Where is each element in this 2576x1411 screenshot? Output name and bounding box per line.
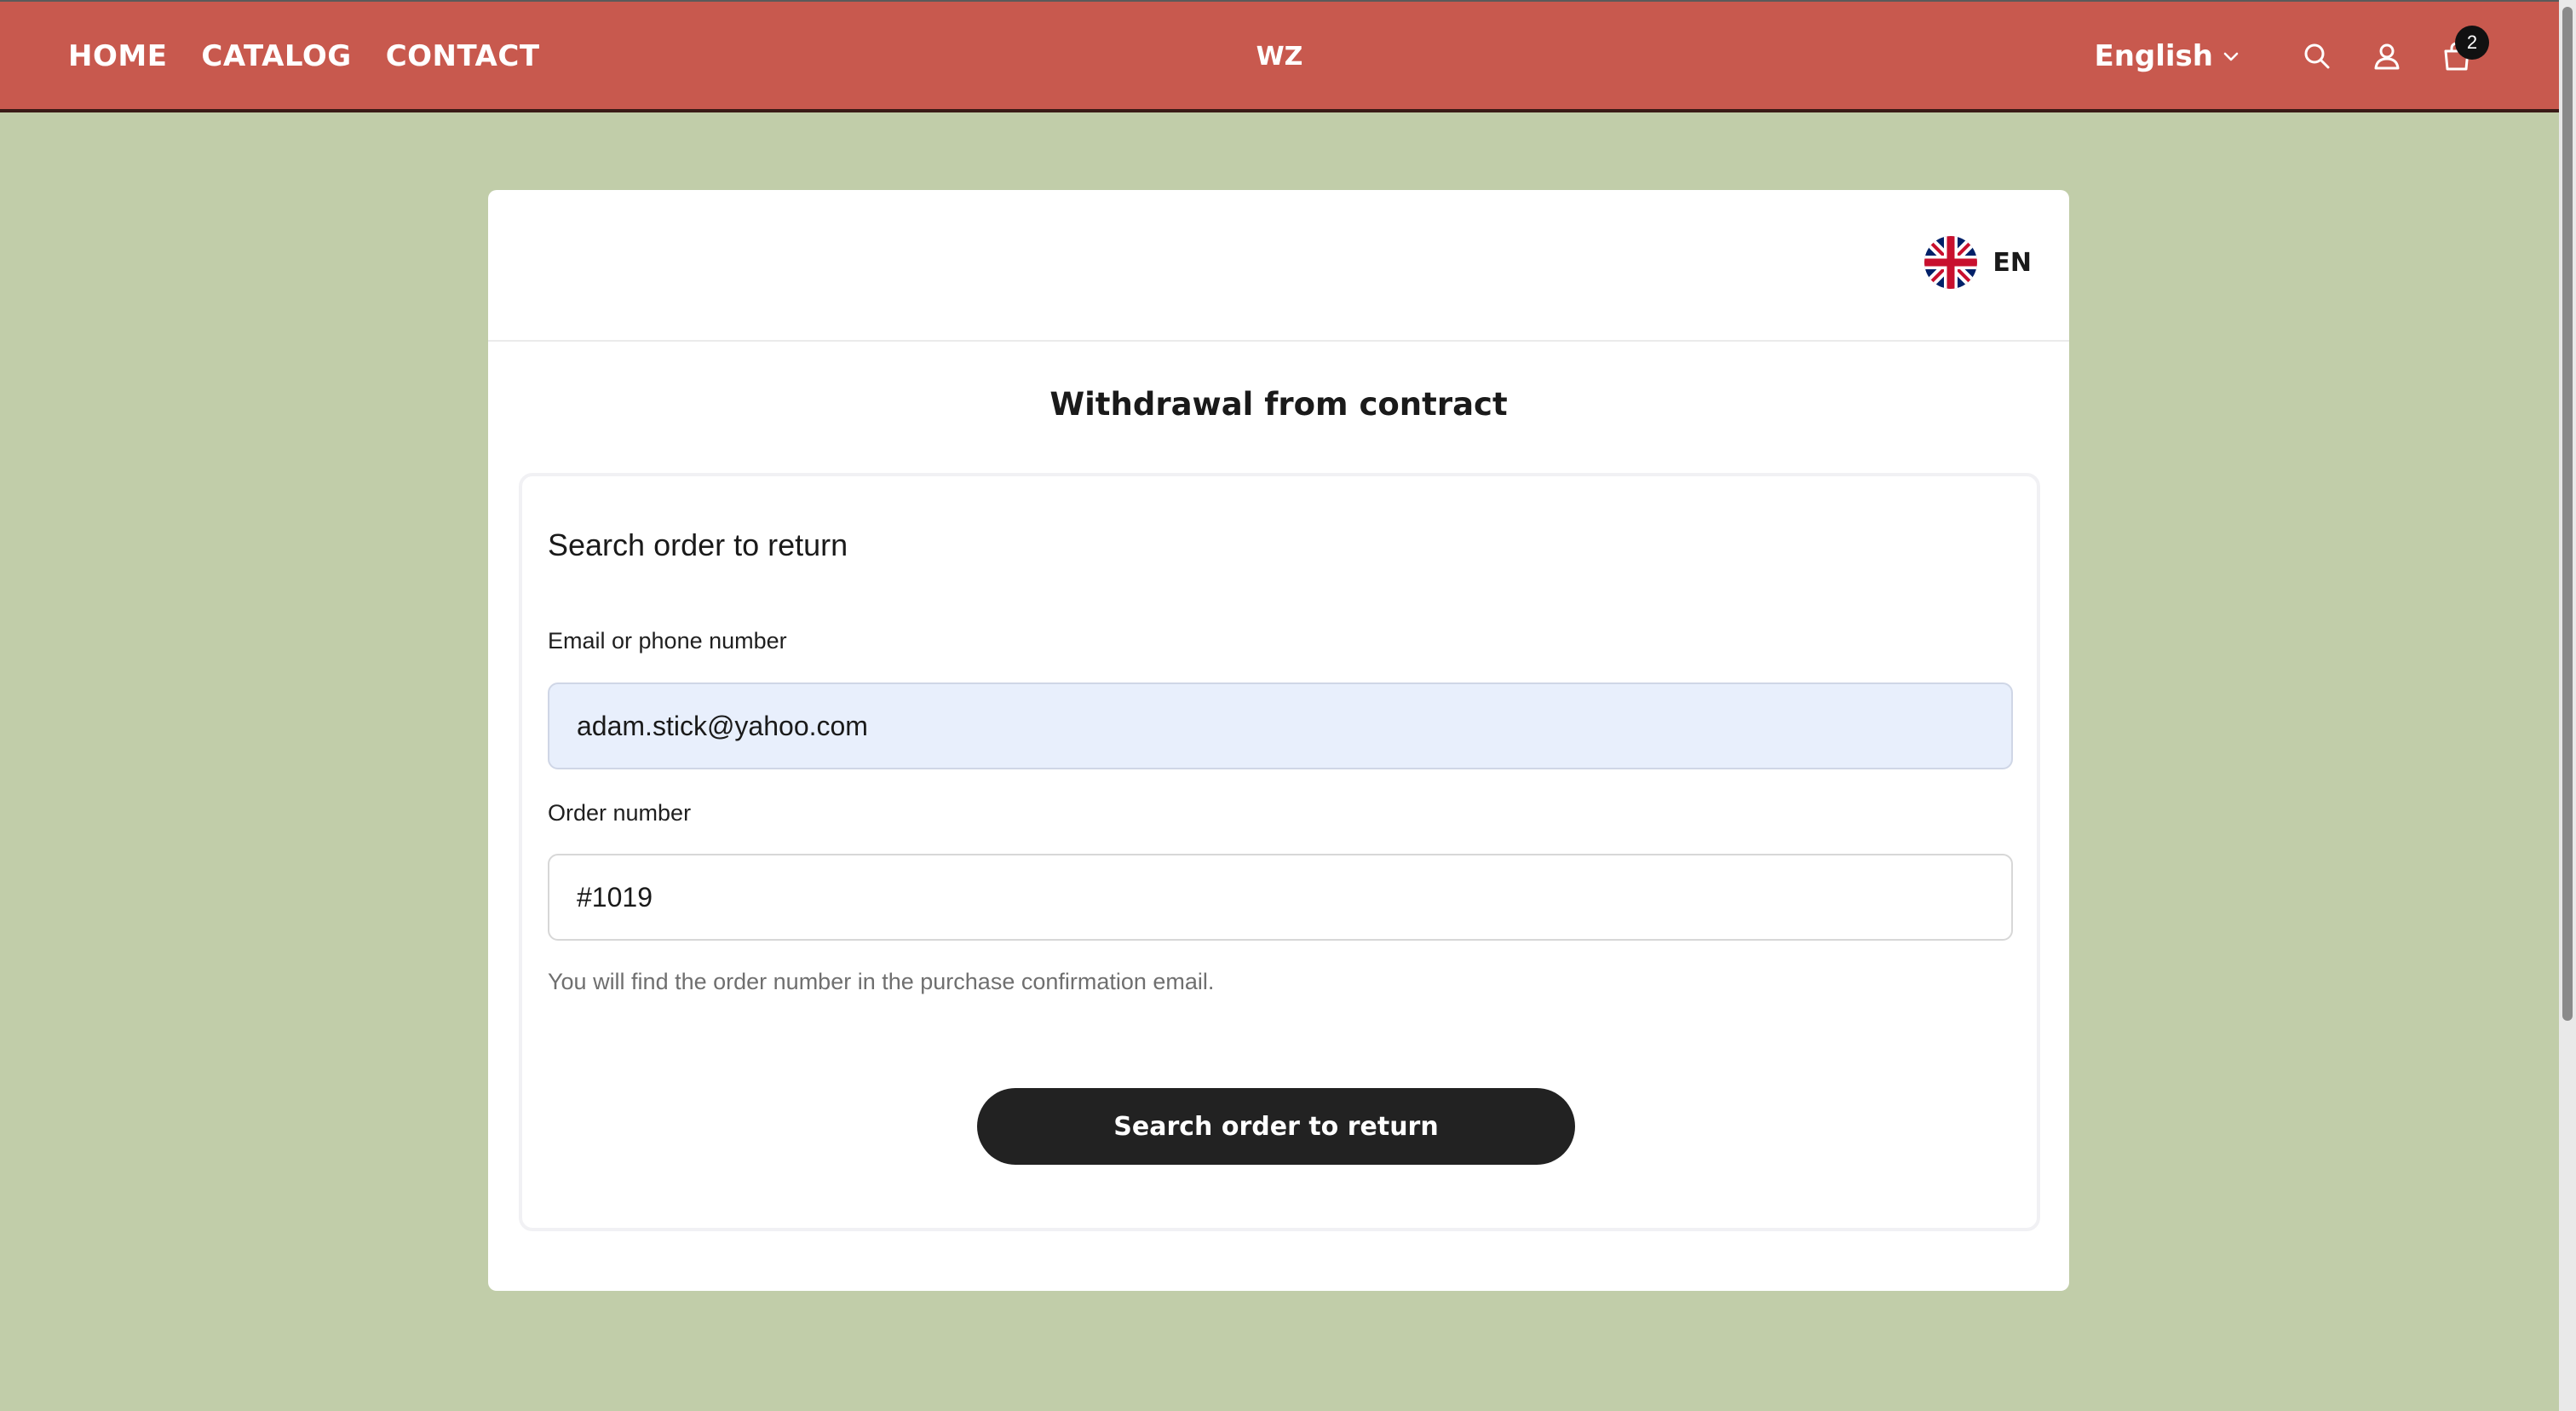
main-nav: HOME CATALOG CONTACT (68, 2, 540, 111)
order-number-label: Order number (548, 800, 692, 826)
page: HOME CATALOG CONTACT WZ English 2 EN Wit… (0, 0, 2576, 1411)
store-logo[interactable]: WZ (1256, 2, 1303, 111)
language-code: EN (1992, 247, 2032, 278)
language-switch[interactable]: EN (1924, 236, 2032, 289)
search-button[interactable] (2291, 31, 2343, 82)
card-toolbar: EN (488, 190, 2069, 342)
scrollbar-thumb[interactable] (2562, 7, 2573, 1021)
form-heading: Search order to return (548, 527, 848, 562)
search-order-form: Search order to return Email or phone nu… (519, 473, 2040, 1231)
uk-flag-icon (1924, 236, 1978, 289)
nav-link-catalog[interactable]: CATALOG (201, 39, 351, 73)
site-header: HOME CATALOG CONTACT WZ English 2 (0, 0, 2559, 112)
order-number-hint: You will find the order number in the pu… (548, 969, 1215, 994)
email-field[interactable] (548, 682, 2013, 769)
page-scrollbar[interactable] (2559, 0, 2576, 1411)
account-button[interactable] (2361, 31, 2412, 82)
language-selector[interactable]: English (2094, 39, 2240, 73)
email-field-label: Email or phone number (548, 628, 787, 654)
return-card: EN Withdrawal from contract Search order… (488, 190, 2069, 1291)
language-label: English (2094, 39, 2213, 73)
cart-button[interactable]: 2 (2431, 26, 2489, 82)
nav-link-home[interactable]: HOME (68, 39, 167, 73)
chevron-down-icon (2223, 52, 2239, 61)
search-order-button[interactable]: Search order to return (977, 1088, 1575, 1165)
cart-count-badge: 2 (2455, 26, 2489, 60)
nav-link-contact[interactable]: CONTACT (386, 39, 540, 73)
search-icon (2304, 43, 2330, 69)
page-title: Withdrawal from contract (1049, 386, 1508, 423)
user-icon (2374, 43, 2400, 70)
order-number-field[interactable] (548, 854, 2013, 941)
header-actions: English 2 (2094, 2, 2489, 111)
